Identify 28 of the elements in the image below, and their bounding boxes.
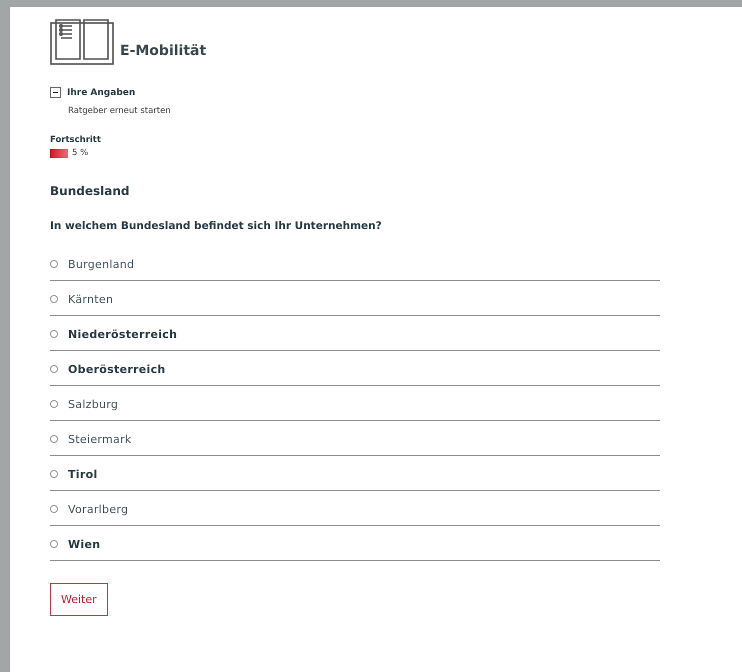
page-title: E-Mobilität <box>120 43 206 59</box>
progress-label: Fortschritt <box>50 135 102 145</box>
radio-icon[interactable] <box>50 295 58 303</box>
radio-icon[interactable] <box>50 435 58 443</box>
radio-option[interactable]: Niederösterreich <box>50 316 660 351</box>
book-icon <box>50 19 114 65</box>
radio-option[interactable]: Tirol <box>50 456 660 491</box>
radio-icon[interactable] <box>50 365 58 373</box>
collapse-toggle[interactable] <box>50 87 61 98</box>
progress-reading: 5 % <box>72 148 88 158</box>
radio-icon[interactable] <box>50 540 58 548</box>
radio-option[interactable]: Steiermark <box>50 421 660 456</box>
restart-link[interactable]: Ratgeber erneut starten <box>68 106 171 116</box>
radio-option[interactable]: Burgenland <box>50 246 660 281</box>
section-heading: Ihre Angaben <box>67 88 136 98</box>
next-button[interactable]: Weiter <box>50 583 108 616</box>
radio-option[interactable]: Wien <box>50 526 660 561</box>
radio-option[interactable]: Kärnten <box>50 281 660 316</box>
radio-icon[interactable] <box>50 260 58 268</box>
radio-option[interactable]: Vorarlberg <box>50 491 660 526</box>
question-text: In welchem Bundesland befindet sich Ihr Unternehmen? <box>50 220 383 232</box>
radio-icon[interactable] <box>50 330 58 338</box>
radio-icon[interactable] <box>50 400 58 408</box>
radio-icon[interactable] <box>50 505 58 513</box>
radio-option[interactable]: Salzburg <box>50 386 660 421</box>
radio-option[interactable]: Oberösterreich <box>50 351 660 386</box>
radio-icon[interactable] <box>50 470 58 478</box>
section-title: Bundesland <box>50 184 130 198</box>
